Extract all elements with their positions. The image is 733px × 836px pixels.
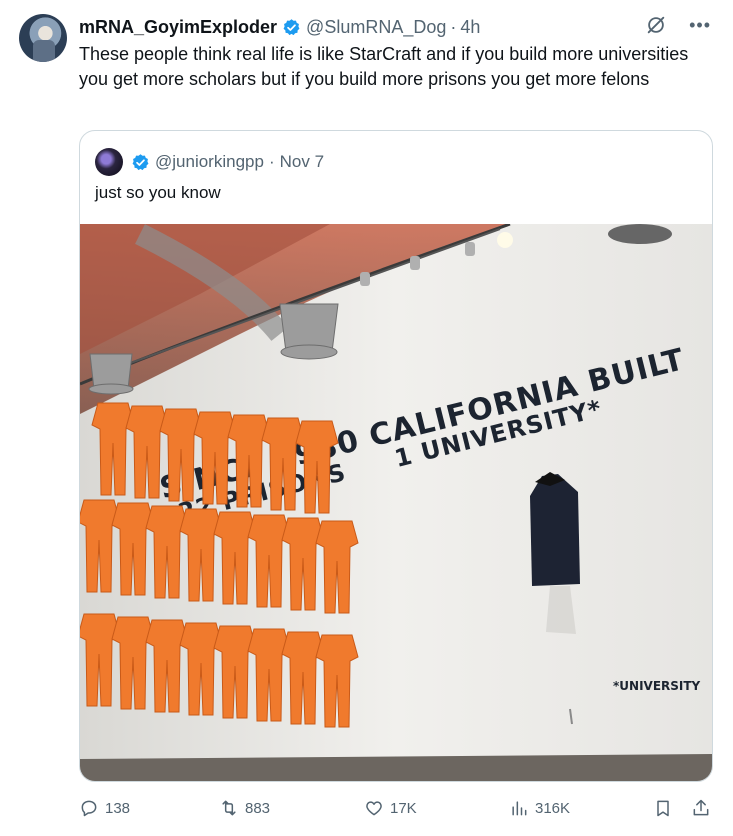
reply-count: 138 [105,799,131,817]
tweet-text: These people think real life is like Sta… [79,44,689,89]
views-count: 316K [535,799,571,817]
bookmark-icon [657,800,669,817]
quote-date[interactable]: Nov 7 [280,152,324,172]
tweet-header: mRNA_GoyimExploder @SlumRNA_Dog · 4h [79,16,480,38]
quote-header: @juniorkingpp · Nov 7 [95,148,324,176]
like-button[interactable]: 17K [364,798,417,818]
more-options-icon[interactable]: ••• [689,15,711,35]
quote-text: just so you know [95,183,221,202]
verified-badge-icon [131,153,150,172]
quote-avatar[interactable] [95,148,123,176]
share-icon [693,799,709,816]
reply-button[interactable]: 138 [79,798,130,818]
display-name[interactable]: mRNA_GoyimExploder [79,17,277,38]
tweet-actions: 138 883 17K 316K [79,798,715,822]
share-button[interactable] [691,798,711,818]
footnote-text: *UNIVERSITY [613,679,701,693]
user-avatar[interactable] [19,14,67,62]
retweet-icon [222,800,236,816]
grok-icon[interactable] [645,14,667,36]
verified-badge-icon [282,18,301,37]
retweet-count: 883 [245,799,271,817]
reply-icon [81,800,97,817]
separator-dot: · [268,152,275,171]
separator-dot: · [450,16,457,37]
bookmark-button[interactable] [653,798,673,818]
views-icon [512,801,527,816]
top-right-icons: ••• [645,14,711,36]
like-count: 17K [390,799,417,817]
quote-image[interactable]: SINCE 1980 CALIFORNIA BUILT 22 PRISONS 1… [80,224,712,781]
timestamp[interactable]: 4h [460,17,480,38]
quoted-tweet[interactable]: @juniorkingpp · Nov 7 just so you know S… [79,130,713,782]
user-handle[interactable]: @SlumRNA_Dog [306,17,446,38]
retweet-button[interactable]: 883 [219,798,270,818]
views-button[interactable]: 316K [509,798,570,818]
quote-handle[interactable]: @juniorkingpp [155,152,264,172]
like-icon [366,801,382,816]
